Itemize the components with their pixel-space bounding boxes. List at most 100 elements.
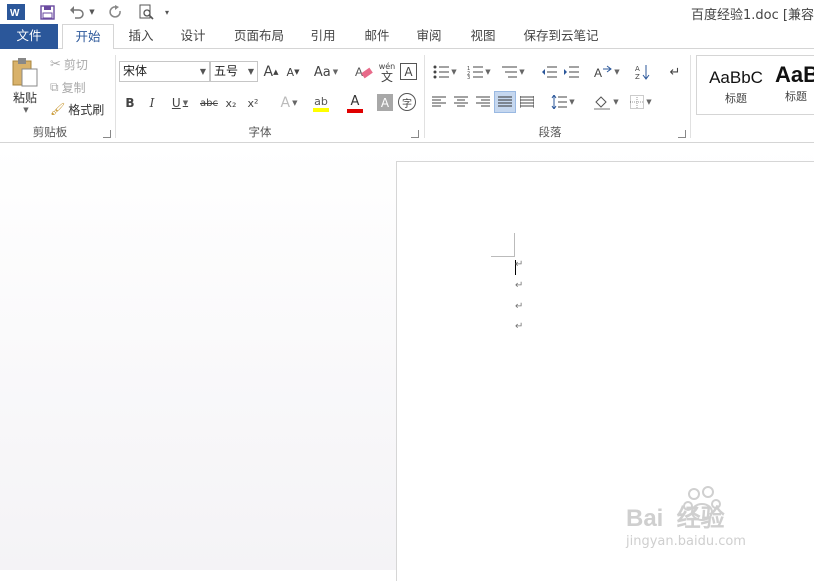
underline-button[interactable]: U ▼ bbox=[166, 93, 194, 113]
svg-text:W: W bbox=[10, 8, 20, 19]
paragraph-mark: ↵ bbox=[515, 301, 524, 312]
group-divider bbox=[424, 55, 425, 138]
format-painter-button[interactable]: 🖌 格式刷 bbox=[50, 100, 108, 118]
distributed-button[interactable] bbox=[518, 93, 536, 111]
eraser-icon: A bbox=[355, 65, 373, 79]
tab-mailings[interactable]: 邮件 bbox=[354, 24, 400, 49]
change-case-button[interactable]: Aa ▼ bbox=[311, 62, 341, 82]
font-color-icon: A bbox=[350, 93, 360, 109]
undo-dropdown-icon[interactable]: ▼ bbox=[88, 3, 96, 21]
decrease-indent-button[interactable] bbox=[540, 62, 558, 82]
cut-button[interactable]: ✂ 剪切 bbox=[50, 55, 100, 73]
enclose-characters-icon: 字 bbox=[402, 98, 412, 110]
document-workspace: ↵ ↵ ↵ ↵ Bai 经验 jingyan.baidu.com bbox=[0, 144, 814, 581]
superscript-button[interactable]: x² bbox=[244, 93, 262, 113]
clear-formatting-button[interactable]: A bbox=[353, 62, 375, 82]
tab-file[interactable]: 文件 bbox=[0, 24, 58, 49]
italic-button[interactable]: I bbox=[144, 93, 160, 113]
paragraph-dialog-launcher-icon[interactable] bbox=[678, 130, 686, 138]
subscript-icon: x₂ bbox=[225, 96, 237, 110]
text-effects-button[interactable]: A ▼ bbox=[276, 93, 302, 113]
character-shading-button[interactable]: A bbox=[377, 94, 393, 111]
font-size-combo[interactable]: 五号 ▼ bbox=[210, 61, 258, 82]
align-right-button[interactable] bbox=[474, 93, 492, 111]
highlight-button[interactable]: ab bbox=[306, 91, 336, 115]
superscript-icon: x² bbox=[247, 96, 259, 110]
bold-icon: B bbox=[125, 96, 135, 110]
character-border-icon: A bbox=[404, 64, 413, 79]
borders-button[interactable]: ▼ bbox=[626, 92, 656, 112]
font-name-combo[interactable]: 宋体 ▼ bbox=[119, 61, 210, 82]
shrink-font-button[interactable]: A ▼ bbox=[284, 62, 302, 82]
enclose-characters-button[interactable]: 字 bbox=[398, 93, 416, 111]
font-color-button[interactable]: A bbox=[340, 91, 370, 115]
bullets-icon bbox=[433, 65, 450, 79]
bullets-button[interactable]: ▼ bbox=[430, 62, 460, 82]
shrink-font-icon: A bbox=[286, 65, 295, 79]
tab-insert[interactable]: 插入 bbox=[118, 24, 164, 49]
font-dialog-launcher-icon[interactable] bbox=[411, 130, 419, 138]
paragraph-mark: ↵ bbox=[515, 321, 524, 332]
style-heading2[interactable]: AaB 标题 bbox=[775, 60, 814, 112]
clipboard-group-label: 剪贴板 bbox=[32, 125, 68, 139]
format-painter-label: 格式刷 bbox=[68, 102, 105, 117]
align-left-button[interactable] bbox=[430, 93, 448, 111]
paste-dropdown-icon[interactable]: ▼ bbox=[23, 106, 28, 114]
sort-button[interactable]: AZ bbox=[634, 62, 652, 82]
font-name-value: 宋体 bbox=[123, 64, 148, 78]
print-preview-icon[interactable] bbox=[136, 3, 156, 21]
save-icon[interactable] bbox=[37, 3, 57, 21]
grow-font-button[interactable]: A ▲ bbox=[262, 62, 280, 82]
chinese-layout-button[interactable]: A ▼ bbox=[592, 62, 622, 82]
undo-icon[interactable] bbox=[66, 3, 88, 21]
increase-indent-button[interactable] bbox=[562, 62, 580, 82]
tab-view[interactable]: 视图 bbox=[460, 24, 506, 49]
chevron-down-icon[interactable]: ▼ bbox=[200, 62, 206, 81]
numbering-icon: 123 bbox=[467, 66, 484, 79]
tab-save-to-cloud-notes[interactable]: 保存到云笔记 bbox=[516, 24, 606, 49]
style-heading1[interactable]: AaBbC 标题 bbox=[701, 60, 771, 112]
line-spacing-button[interactable]: ▼ bbox=[548, 93, 578, 111]
paste-button[interactable]: 粘贴 ▼ bbox=[6, 55, 44, 115]
copy-button[interactable]: ⧉ 复制 bbox=[50, 78, 100, 96]
highlighter-icon: ab bbox=[314, 94, 328, 108]
tab-references[interactable]: 引用 bbox=[300, 24, 346, 49]
multilevel-list-button[interactable]: ▼ bbox=[498, 62, 528, 82]
strikethrough-button[interactable]: abc bbox=[199, 93, 219, 113]
tab-home[interactable]: 开始 bbox=[62, 24, 114, 50]
scissors-icon: ✂ bbox=[50, 56, 61, 72]
highlight-color-bar bbox=[313, 107, 329, 112]
justify-button[interactable] bbox=[494, 91, 516, 113]
sort-icon: AZ bbox=[635, 65, 650, 80]
margin-corner-mark bbox=[491, 233, 515, 257]
style-heading1-label: 标题 bbox=[725, 92, 747, 105]
underline-icon: U bbox=[171, 96, 181, 110]
clipboard-dialog-launcher-icon[interactable] bbox=[103, 130, 111, 138]
tab-page-layout[interactable]: 页面布局 bbox=[226, 24, 292, 49]
phonetic-guide-button[interactable]: wén 文 bbox=[376, 60, 398, 84]
line-spacing-icon bbox=[551, 95, 568, 109]
bold-button[interactable]: B bbox=[122, 93, 138, 113]
subscript-button[interactable]: x₂ bbox=[222, 93, 240, 113]
redo-icon[interactable] bbox=[106, 3, 124, 21]
align-center-button[interactable] bbox=[452, 93, 470, 111]
paragraph-mark-icon: ↵ bbox=[669, 64, 681, 80]
numbering-button[interactable]: 1 2 3 ▼ bbox=[464, 62, 494, 82]
character-border-button[interactable]: A bbox=[400, 63, 417, 80]
cut-label: 剪切 bbox=[63, 57, 88, 72]
show-hide-marks-button[interactable]: ↵ bbox=[666, 62, 684, 82]
tab-review[interactable]: 审阅 bbox=[406, 24, 452, 49]
watermark-brand: Bai 经验 bbox=[626, 505, 725, 532]
tab-design[interactable]: 设计 bbox=[170, 24, 216, 49]
styles-gallery: AaBbC 标题 AaB 标题 bbox=[696, 55, 814, 115]
shading-button[interactable]: ▼ bbox=[590, 92, 622, 112]
ribbon: 粘贴 ▼ ✂ 剪切 ⧉ 复制 🖌 格式刷 剪贴板 宋体 ▼ 五号 ▼ A ▲ A ▼… bbox=[0, 49, 814, 143]
distributed-icon bbox=[520, 96, 534, 108]
paragraph-mark: ↵ bbox=[515, 280, 524, 291]
title-bar: W ▼ ▾ 百度经验1.doc [兼容 bbox=[0, 0, 814, 24]
chevron-down-icon[interactable]: ▼ bbox=[248, 62, 254, 81]
group-divider bbox=[690, 55, 691, 138]
paragraph-mark: ↵ bbox=[515, 259, 524, 270]
customize-qat-icon[interactable]: ▾ bbox=[162, 3, 172, 21]
word-logo-icon[interactable]: W bbox=[6, 3, 26, 21]
